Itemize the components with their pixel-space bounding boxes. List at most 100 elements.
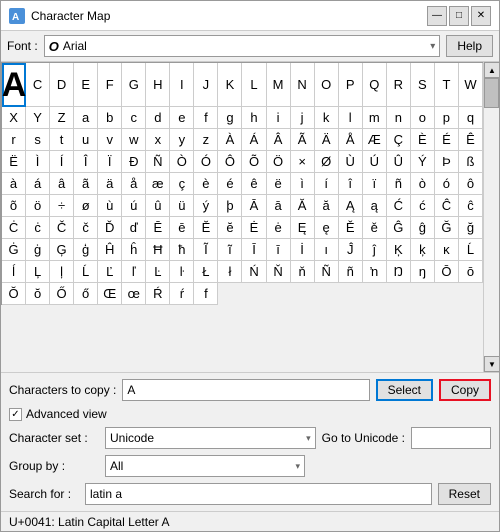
- list-item[interactable]: ō: [459, 261, 483, 283]
- list-item[interactable]: ŏ: [26, 283, 50, 305]
- list-item[interactable]: Q: [363, 63, 387, 107]
- list-item[interactable]: C: [26, 63, 50, 107]
- list-item[interactable]: I: [170, 63, 194, 107]
- list-item[interactable]: Ŋ: [387, 261, 411, 283]
- advanced-view-checkbox[interactable]: ✓: [9, 408, 22, 421]
- list-item[interactable]: K: [218, 63, 242, 107]
- scroll-up-button[interactable]: ▲: [484, 62, 499, 78]
- list-item[interactable]: l: [339, 107, 363, 129]
- list-item[interactable]: ħ: [170, 239, 194, 261]
- list-item[interactable]: Ô: [218, 151, 242, 173]
- list-item[interactable]: õ: [2, 195, 26, 217]
- list-item[interactable]: å: [122, 173, 146, 195]
- list-item[interactable]: Ģ: [50, 239, 74, 261]
- list-item[interactable]: Ğ: [435, 217, 459, 239]
- list-item[interactable]: L: [242, 63, 266, 107]
- list-item[interactable]: à: [2, 173, 26, 195]
- list-item[interactable]: ø: [74, 195, 98, 217]
- list-item[interactable]: Ę: [291, 217, 315, 239]
- list-item[interactable]: ô: [459, 173, 483, 195]
- list-item[interactable]: û: [146, 195, 170, 217]
- list-item[interactable]: Ě: [339, 217, 363, 239]
- list-item[interactable]: Z: [50, 107, 74, 129]
- list-item[interactable]: o: [411, 107, 435, 129]
- list-item[interactable]: Ł: [194, 261, 218, 283]
- list-item[interactable]: Ú: [363, 151, 387, 173]
- list-item[interactable]: ß: [459, 151, 483, 173]
- list-item[interactable]: Ù: [339, 151, 363, 173]
- list-item[interactable]: a: [74, 107, 98, 129]
- list-item[interactable]: á: [26, 173, 50, 195]
- list-item[interactable]: Õ: [242, 151, 266, 173]
- list-item[interactable]: ē: [170, 217, 194, 239]
- list-item[interactable]: ğ: [459, 217, 483, 239]
- list-item[interactable]: N: [291, 63, 315, 107]
- list-item[interactable]: Ā: [242, 195, 266, 217]
- list-item[interactable]: ĩ: [218, 239, 242, 261]
- charset-dropdown[interactable]: Unicode ▾: [105, 427, 316, 449]
- list-item[interactable]: Á: [242, 129, 266, 151]
- list-item[interactable]: J: [194, 63, 218, 107]
- list-item[interactable]: Ò: [170, 151, 194, 173]
- list-item[interactable]: Ê: [459, 129, 483, 151]
- list-item[interactable]: Ä: [315, 129, 339, 151]
- list-item[interactable]: j: [291, 107, 315, 129]
- list-item[interactable]: ò: [411, 173, 435, 195]
- list-item[interactable]: y: [170, 129, 194, 151]
- list-item[interactable]: Í: [50, 151, 74, 173]
- list-item[interactable]: m: [363, 107, 387, 129]
- list-item[interactable]: Ľ: [98, 261, 122, 283]
- list-item[interactable]: M: [267, 63, 291, 107]
- list-item[interactable]: Û: [387, 151, 411, 173]
- list-item[interactable]: Ĉ: [435, 195, 459, 217]
- list-item[interactable]: ñ: [387, 173, 411, 195]
- reset-button[interactable]: Reset: [438, 483, 491, 505]
- list-item[interactable]: ĸ: [435, 239, 459, 261]
- list-item[interactable]: Æ: [363, 129, 387, 151]
- list-item[interactable]: c: [122, 107, 146, 129]
- list-item[interactable]: ĺ: [2, 261, 26, 283]
- scroll-thumb[interactable]: [484, 78, 499, 108]
- list-item[interactable]: h: [242, 107, 266, 129]
- list-item[interactable]: ç: [170, 173, 194, 195]
- scroll-track[interactable]: [484, 78, 499, 356]
- list-item[interactable]: À: [218, 129, 242, 151]
- char-cell-big-a[interactable]: A: [2, 63, 26, 107]
- list-item[interactable]: Ĕ: [194, 217, 218, 239]
- list-item[interactable]: Ň: [267, 261, 291, 283]
- list-item[interactable]: Ñ: [146, 151, 170, 173]
- copy-input[interactable]: [122, 379, 369, 401]
- list-item[interactable]: Œ: [98, 283, 122, 305]
- list-item[interactable]: Č: [50, 217, 74, 239]
- search-input[interactable]: [85, 483, 432, 505]
- list-item[interactable]: æ: [146, 173, 170, 195]
- list-item[interactable]: T: [435, 63, 459, 107]
- list-item[interactable]: Ã: [291, 129, 315, 151]
- list-item[interactable]: Ď: [98, 217, 122, 239]
- list-item[interactable]: x: [146, 129, 170, 151]
- list-item[interactable]: ļ: [50, 261, 74, 283]
- list-item[interactable]: Ç: [387, 129, 411, 151]
- list-item[interactable]: â: [50, 173, 74, 195]
- list-item[interactable]: Ø: [315, 151, 339, 173]
- list-item[interactable]: Ĺ: [74, 261, 98, 283]
- list-item[interactable]: Ë: [2, 151, 26, 173]
- list-item[interactable]: ą: [363, 195, 387, 217]
- list-item[interactable]: ġ: [26, 239, 50, 261]
- select-button[interactable]: Select: [376, 379, 433, 401]
- list-item[interactable]: p: [435, 107, 459, 129]
- help-button[interactable]: Help: [446, 35, 493, 57]
- list-item[interactable]: Ĥ: [98, 239, 122, 261]
- list-item[interactable]: Ý: [411, 151, 435, 173]
- list-item[interactable]: t: [50, 129, 74, 151]
- list-item[interactable]: ŀ: [170, 261, 194, 283]
- list-item[interactable]: ŕ: [170, 283, 194, 305]
- list-item[interactable]: Þ: [435, 151, 459, 173]
- list-item[interactable]: f: [194, 107, 218, 129]
- list-item[interactable]: ú: [122, 195, 146, 217]
- list-item[interactable]: Ĵ: [339, 239, 363, 261]
- list-item[interactable]: ĕ: [218, 217, 242, 239]
- list-item[interactable]: ň: [291, 261, 315, 283]
- list-item[interactable]: Ó: [194, 151, 218, 173]
- maximize-button[interactable]: □: [449, 6, 469, 26]
